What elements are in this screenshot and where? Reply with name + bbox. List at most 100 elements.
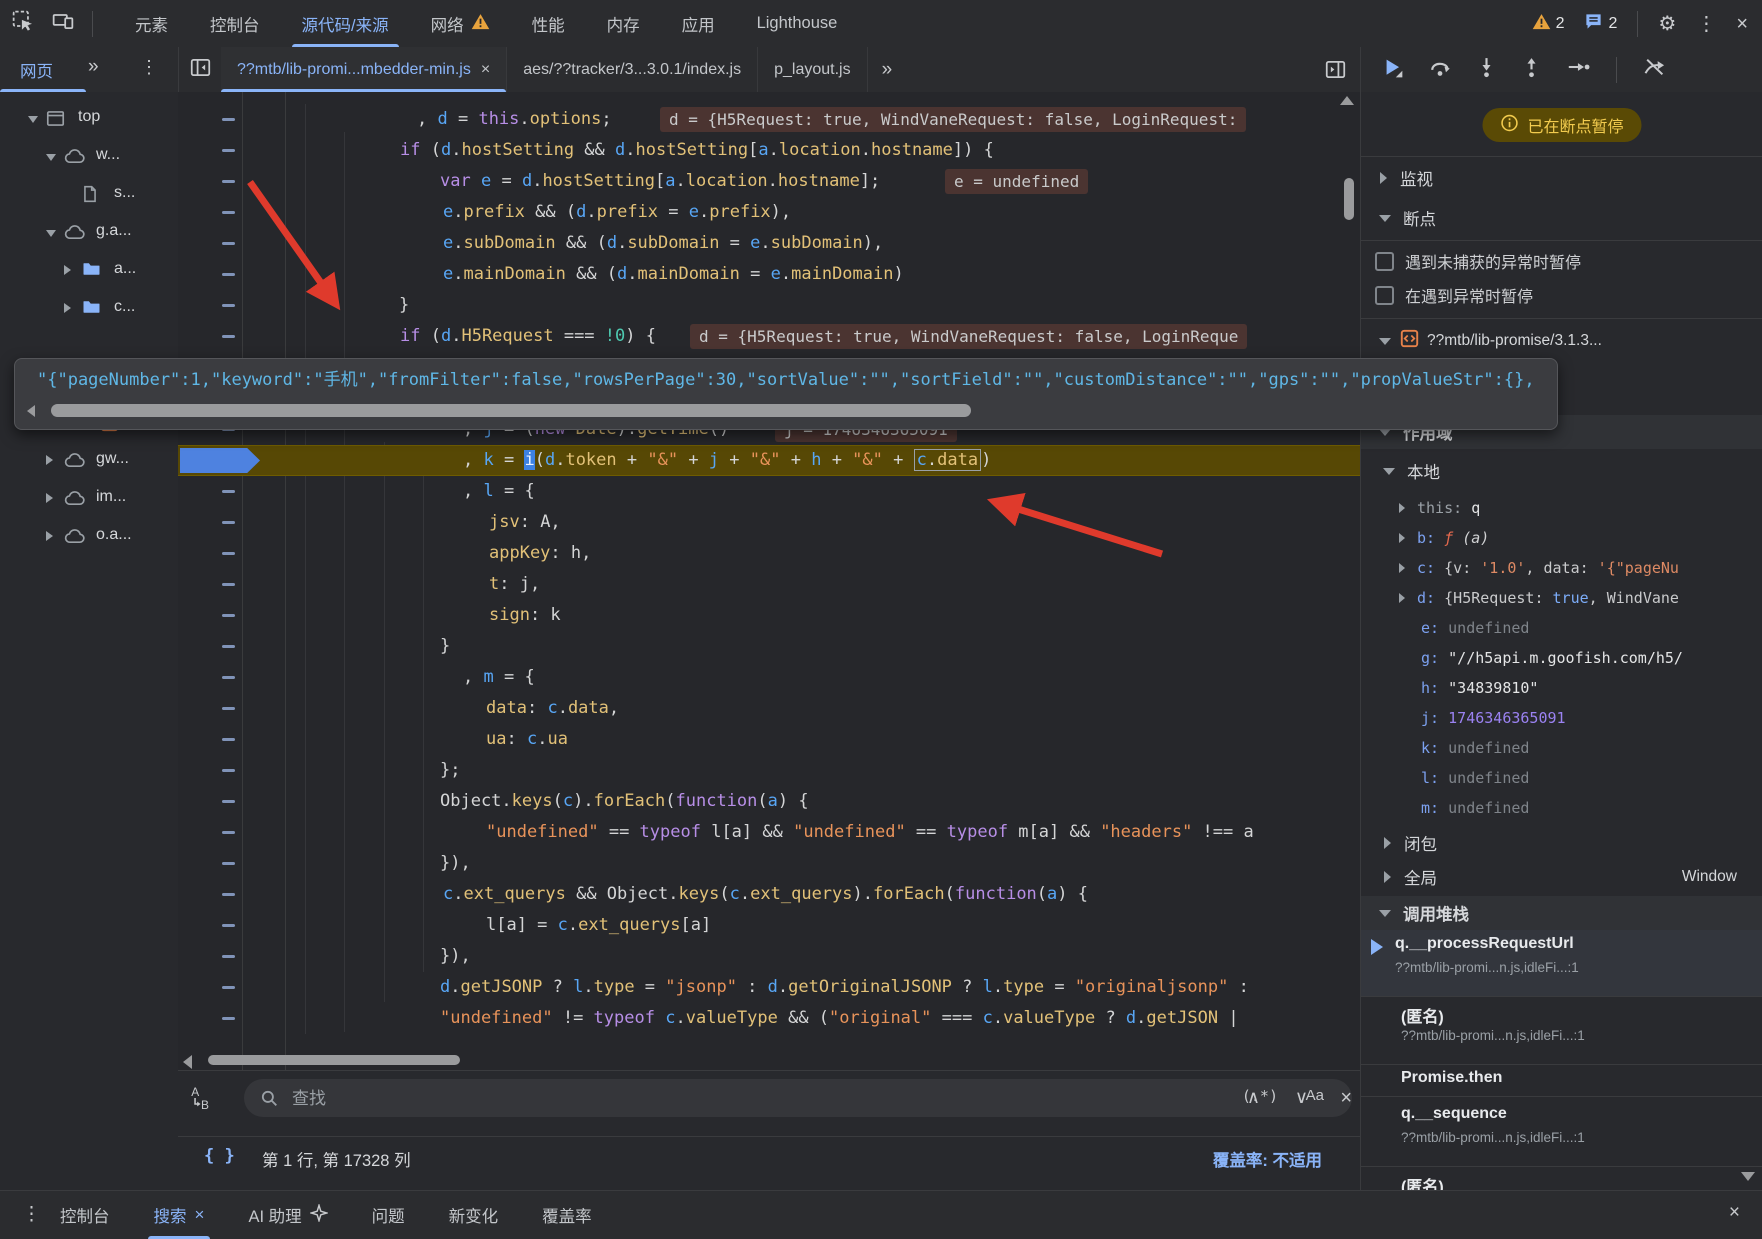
gutter-fold-marker[interactable] (222, 583, 235, 586)
step-over-button[interactable] (1429, 58, 1451, 82)
scope-variable-h[interactable]: h: "34839810" (1361, 674, 1762, 702)
editor-vertical-scrollbar[interactable] (1342, 96, 1356, 1056)
chevron-right-icon[interactable] (64, 303, 71, 313)
breakpoint-group-row[interactable]: ??mtb/lib-promise/3.1.3... (1361, 322, 1762, 360)
code-line[interactable]: e.prefix && (d.prefix = e.prefix), (178, 197, 1360, 228)
panel-tab-控制台[interactable]: 控制台 (210, 0, 260, 47)
tree-item-a...[interactable]: a... (0, 252, 178, 290)
gutter-fold-marker[interactable] (222, 924, 235, 927)
scope-variable-g[interactable]: g: "//h5api.m.goofish.com/h5/ (1361, 644, 1762, 672)
scope-closure-row[interactable]: 闭包 (1361, 826, 1762, 860)
scope-global-row[interactable]: 全局 Window (1361, 860, 1762, 894)
tooltip-scroll-thumb[interactable] (51, 404, 971, 417)
call-stack-frame[interactable]: q.__processRequestUrl??mtb/lib-promi...n… (1361, 930, 1762, 997)
chevron-right-icon[interactable] (1399, 533, 1405, 543)
tree-item-w...[interactable]: w... (0, 138, 178, 176)
scope-variable-m[interactable]: m: undefined (1361, 794, 1762, 822)
file-tab[interactable]: p_layout.js (758, 47, 868, 92)
pause-on-caught-row[interactable]: 在遇到异常时暂停 (1361, 278, 1762, 312)
more-file-tabs-icon[interactable]: » (882, 59, 893, 81)
panel-tab-网络[interactable]: 网络 (431, 0, 490, 47)
call-stack-frame[interactable]: q.__sequence??mtb/lib-promi...n.js,idleF… (1361, 1100, 1762, 1167)
panel-tab-内存[interactable]: 内存 (607, 0, 640, 47)
execution-line[interactable]: , k = i(d.token + "&" + j + "&" + h + "&… (178, 445, 1360, 476)
sidebar-kebab-icon[interactable]: ⋮ (140, 57, 158, 78)
resume-script-button[interactable] (1382, 57, 1403, 83)
find-ab-icon[interactable]: AB (190, 1085, 212, 1116)
tab-page[interactable]: 网页 (20, 47, 53, 92)
code-line[interactable]: , m = { (178, 662, 1360, 693)
file-tab[interactable]: aes/??tracker/3...3.0.1/index.js (507, 47, 758, 92)
code-line[interactable]: c.ext_querys && Object.keys(c.ext_querys… (178, 879, 1360, 910)
scope-local-row[interactable]: 本地 (1361, 454, 1762, 488)
tree-item-top[interactable]: top (0, 100, 178, 138)
gutter-fold-marker[interactable] (222, 149, 235, 152)
scroll-up-arrow[interactable] (1340, 96, 1354, 105)
drawer-tab-新变化[interactable]: 新变化 (449, 1191, 499, 1239)
gutter-fold-marker[interactable] (222, 800, 235, 803)
pretty-print-icon[interactable]: { } (204, 1146, 235, 1166)
gutter-fold-marker[interactable] (222, 707, 235, 710)
code-line[interactable]: t: j, (178, 569, 1360, 600)
settings-gear-icon[interactable]: ⚙ (1658, 14, 1676, 34)
chevron-right-icon[interactable] (1399, 503, 1405, 513)
code-line[interactable]: e.mainDomain && (d.mainDomain = e.mainDo… (178, 259, 1360, 290)
gutter-fold-marker[interactable] (222, 862, 235, 865)
gutter-fold-marker[interactable] (222, 645, 235, 648)
gutter-fold-marker[interactable] (222, 1017, 235, 1020)
gutter-fold-marker[interactable] (222, 180, 235, 183)
section-watch[interactable]: 监视 (1361, 158, 1762, 198)
step-into-button[interactable] (1477, 56, 1496, 83)
find-close-icon[interactable]: × (1340, 1087, 1352, 1110)
scope-variable-l[interactable]: l: undefined (1361, 764, 1762, 792)
code-line[interactable]: , l = { (178, 476, 1360, 507)
gutter-fold-marker[interactable] (222, 242, 235, 245)
chevron-down-icon[interactable] (46, 154, 56, 161)
checkbox-caught[interactable] (1375, 286, 1394, 305)
hovered-expression[interactable]: c.data (914, 449, 981, 471)
step-button[interactable] (1567, 59, 1590, 80)
tooltip-scroll-left-arrow[interactable] (27, 405, 35, 417)
code-line[interactable]: d.getJSONP ? l.type = "jsonp" : d.getOri… (178, 972, 1360, 1003)
call-stack-frame[interactable]: Promise.then (1361, 1064, 1762, 1097)
deactivate-breakpoints-button[interactable] (1643, 58, 1666, 81)
gutter-fold-marker[interactable] (222, 490, 235, 493)
code-line[interactable]: }), (178, 941, 1360, 972)
chevron-down-icon[interactable] (46, 230, 56, 237)
call-stack-frame[interactable]: (匿名) (1361, 1168, 1762, 1190)
gutter-fold-marker[interactable] (222, 955, 235, 958)
code-line[interactable]: } (178, 631, 1360, 662)
tree-item-o.a...[interactable]: o.a... (0, 518, 178, 556)
vertical-scroll-thumb[interactable] (1344, 178, 1354, 220)
gutter-fold-marker[interactable] (222, 831, 235, 834)
code-line[interactable]: ua: c.ua (178, 724, 1360, 755)
code-line[interactable]: }; (178, 755, 1360, 786)
step-out-button[interactable] (1522, 56, 1541, 83)
code-line[interactable]: appKey: h, (178, 538, 1360, 569)
code-line[interactable]: }), (178, 848, 1360, 879)
horizontal-scroll-thumb[interactable] (208, 1055, 460, 1065)
pause-on-uncaught-row[interactable]: 遇到未捕获的异常时暂停 (1361, 244, 1762, 278)
code-line[interactable]: data: c.data, (178, 693, 1360, 724)
chevron-right-icon[interactable] (1399, 593, 1405, 603)
chevron-right-icon[interactable] (64, 265, 71, 275)
close-devtools-icon[interactable]: × (1736, 14, 1748, 34)
code-line[interactable]: l[a] = c.ext_querys[a] (178, 910, 1360, 941)
gutter-fold-marker[interactable] (222, 769, 235, 772)
code-line[interactable]: Object.keys(c).forEach(function(a) { (178, 786, 1360, 817)
scope-variable-k[interactable]: k: undefined (1361, 734, 1762, 762)
panel-tab-源代码/来源[interactable]: 源代码/来源 (302, 0, 389, 47)
scope-variable-d[interactable]: d: {H5Request: true, WindVane (1361, 584, 1762, 612)
drawer-tab-控制台[interactable]: 控制台 (60, 1191, 110, 1239)
inspect-element-icon[interactable] (12, 10, 34, 37)
find-input[interactable] (290, 1083, 1194, 1115)
code-line[interactable]: "undefined" != typeof c.valueType && ("o… (178, 1003, 1360, 1034)
code-line[interactable]: if (d.hostSetting && d.hostSetting[a.loc… (178, 135, 1360, 166)
match-case-toggle[interactable]: Aa (1306, 1087, 1324, 1104)
code-line[interactable]: if (d.H5Request === !0) {d = {H5Request:… (178, 321, 1360, 352)
tree-item-s...[interactable]: s... (0, 176, 178, 214)
drawer-close-icon[interactable]: × (1729, 1202, 1740, 1224)
close-file-tab-icon[interactable]: × (481, 61, 490, 79)
editor-horizontal-scrollbar[interactable] (178, 1052, 1360, 1068)
panel-tab-Lighthouse[interactable]: Lighthouse (757, 0, 838, 47)
